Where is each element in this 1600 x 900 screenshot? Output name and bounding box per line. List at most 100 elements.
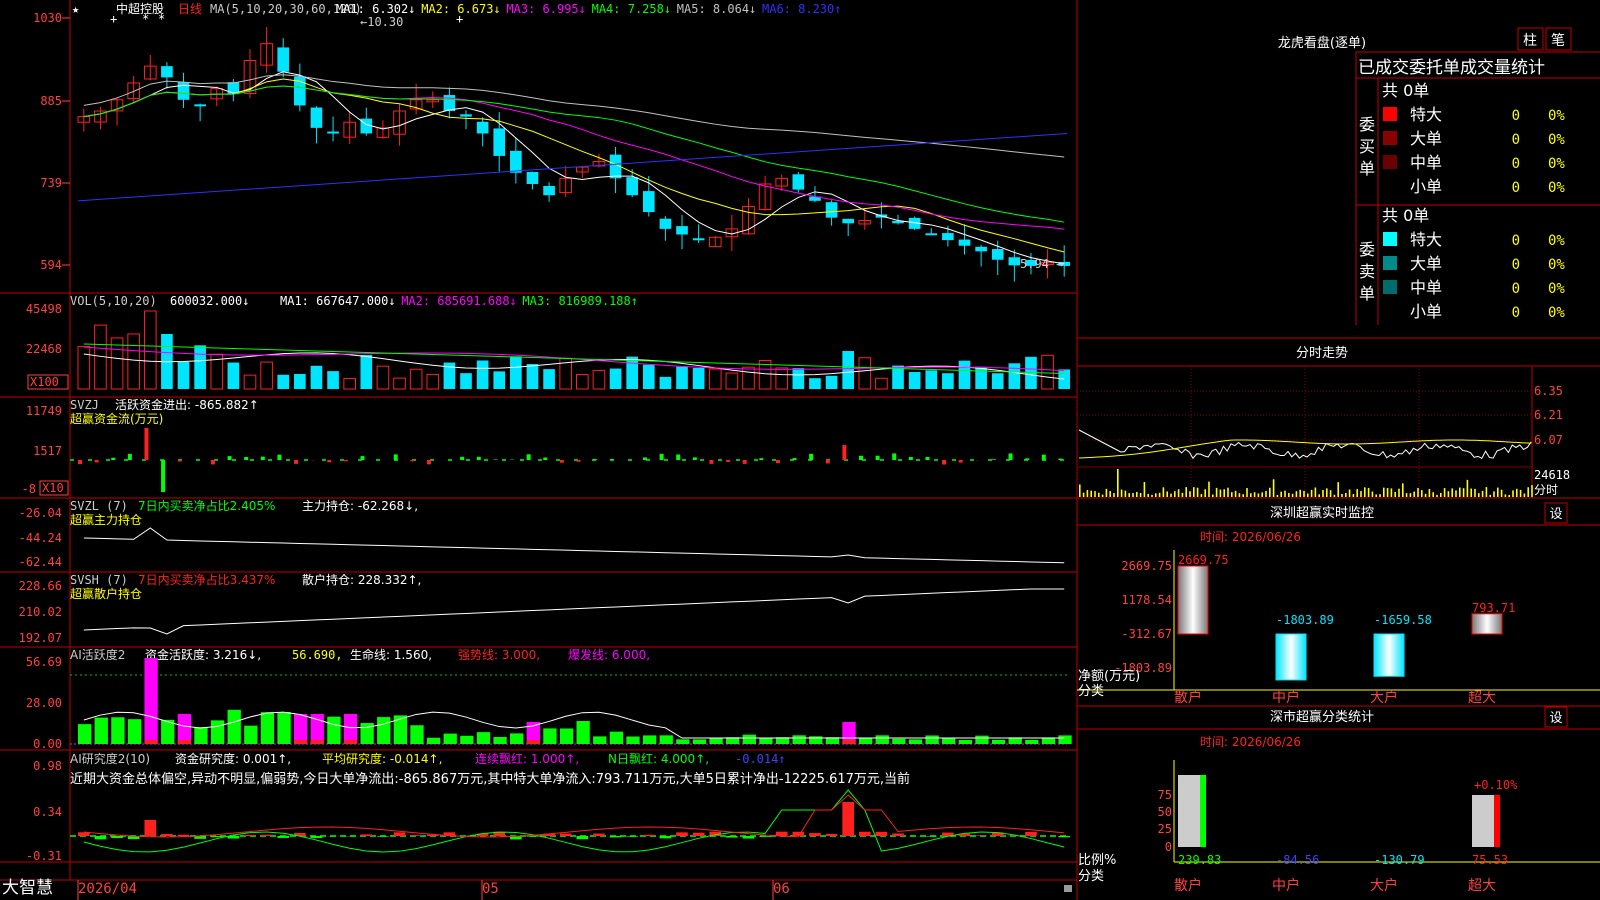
svzl-ratio: 7日内买卖净占比2.405% [138,498,275,513]
vol-unit: X100 [30,375,59,389]
fenshi-vol-bar [1162,487,1165,497]
fenshi-vol-bar [1136,492,1138,497]
vol-bar-down [327,371,339,389]
fenshi-vol-bar [1512,490,1514,497]
svzl-value: 主力持仓: -62.268↓, [302,498,418,513]
monitor-bar-1 [1275,633,1307,681]
period-label[interactable]: 日线 [178,2,202,16]
fenshi-vol-bar [1219,489,1222,497]
monitor-settings-label[interactable]: 设 [1549,507,1562,522]
classify-settings-label[interactable]: 设 [1549,711,1562,726]
main-y-tick: 594 [40,258,62,272]
svzl-y-tick: -62.44 [19,555,62,569]
fenshi-vol-bar [1276,494,1279,497]
bar-mode-label[interactable]: 柱 [1523,33,1537,49]
ai2-bar [659,836,672,839]
vol-bar-down [310,365,323,389]
ai1-v4: 强势线: 3.000, [458,648,540,662]
ai2-bar [377,836,389,837]
buy-row-name: 中单 [1410,153,1442,172]
svzj-bar [393,454,398,460]
ai1-bar [958,739,972,744]
monitor-cat-2: 大户 [1370,689,1398,706]
classify-title: 深市超赢分类统计 [1270,709,1374,725]
monitor-title: 深圳超赢实时监控 [1270,505,1374,521]
candle-down [510,150,522,173]
svzj-bar [593,459,598,460]
sell-row-count: 0 [1512,281,1520,297]
fenshi-vol-bar [1383,487,1385,497]
buy-row-swatch [1383,131,1397,145]
fenshi-vol-bar [1497,487,1499,497]
buy-row-count: 0 [1512,180,1520,196]
monitor-bar-2 [1373,633,1405,677]
vol-bar-down [177,361,190,389]
fenshi-vol-bar [1523,493,1526,497]
svzj-bar [858,455,863,460]
ai1-bar [194,727,208,744]
svzj-bar [78,460,82,465]
svzj-bar [676,454,681,460]
svzj-bar [244,457,249,460]
fenshi-vol-bar [1352,494,1355,497]
buy-row-pct: 0% [1548,156,1565,172]
fenshi-vol-bar [1082,492,1085,497]
fenshi-vol-bar [1307,493,1309,497]
vol-ma-1: MA1: 667647.000↓ [280,294,396,308]
svzj-y-tick: -8 [22,482,36,496]
ai2-bar [260,834,273,836]
vol-bar-down [360,355,373,389]
fenshi-vol-bar [1447,491,1450,497]
sell-row-count: 0 [1512,257,1520,273]
fenshi-vol-bar [1295,491,1298,497]
sell-row-swatch [1383,232,1397,246]
vol-bar-down [227,362,240,389]
stock-name[interactable]: 中超控股 [116,1,164,16]
candle-down [792,174,805,190]
ai2-bar [559,833,572,836]
ai1-bar-cap [343,740,358,744]
classify-time: 时间: 2026/06/26 [1200,735,1301,749]
candle-down [626,177,638,196]
svzj-bar [925,456,930,460]
ai1-bar [543,728,557,744]
fenshi-vol-bar [1151,494,1153,497]
ai1-bar [659,735,673,744]
ai1-bar [593,736,607,744]
ai2-v2: 平均研究度: -0.014↑, [322,751,442,766]
fenshi-vol-bar [1288,493,1290,497]
fenshi-vol-bar [1238,493,1241,497]
svzj-bar [360,456,365,460]
fenshi-vol-bar [1261,492,1263,497]
stock-chart-canvas[interactable]: ★ 中超控股 日线 MA(5,10,20,30,60,120)MA1: 6.302↓ M… [0,0,1600,900]
buy-side-label: 买 [1359,137,1375,156]
fenshi-vol-bar [1375,494,1377,497]
ai1-bar-cap [310,740,324,744]
ai1-bar [343,714,358,744]
fenshi-vol-bar [1493,491,1495,497]
svzj-bar [559,460,564,463]
fenshi-vol-bar [1132,493,1134,497]
svzj-bar [177,460,182,462]
ai2-v4: N日飘红: 4.000↑, [608,751,709,766]
ai1-bar [642,735,657,744]
fenshi-vol-bar [1474,488,1476,497]
ai2-bar [111,836,123,838]
ai1-bar [626,736,640,744]
fenshi-vol-bar [1189,491,1191,497]
ai2-y-tick: -0.31 [26,849,62,863]
monitor-bar-0 [1177,565,1209,635]
candle-down [642,191,655,213]
fenshi-vol-bar [1531,485,1533,497]
fenshi-vol-bar [1333,494,1336,497]
fenshi-vol-bar [1402,483,1404,497]
ai1-bar [1058,735,1072,744]
buy-row-count: 0 [1512,156,1520,172]
svzj-bar [460,456,465,460]
tick-mode-label[interactable]: 笔 [1551,33,1565,49]
ai1-bar [942,737,956,744]
svsh-y-tick: 192.07 [19,631,62,645]
ai1-v5: 爆发线: 6.000, [568,647,650,662]
fenshi-vol-bar [1421,490,1423,497]
svzj-value: 活跃资金进出: -865.882↑ [115,397,259,412]
